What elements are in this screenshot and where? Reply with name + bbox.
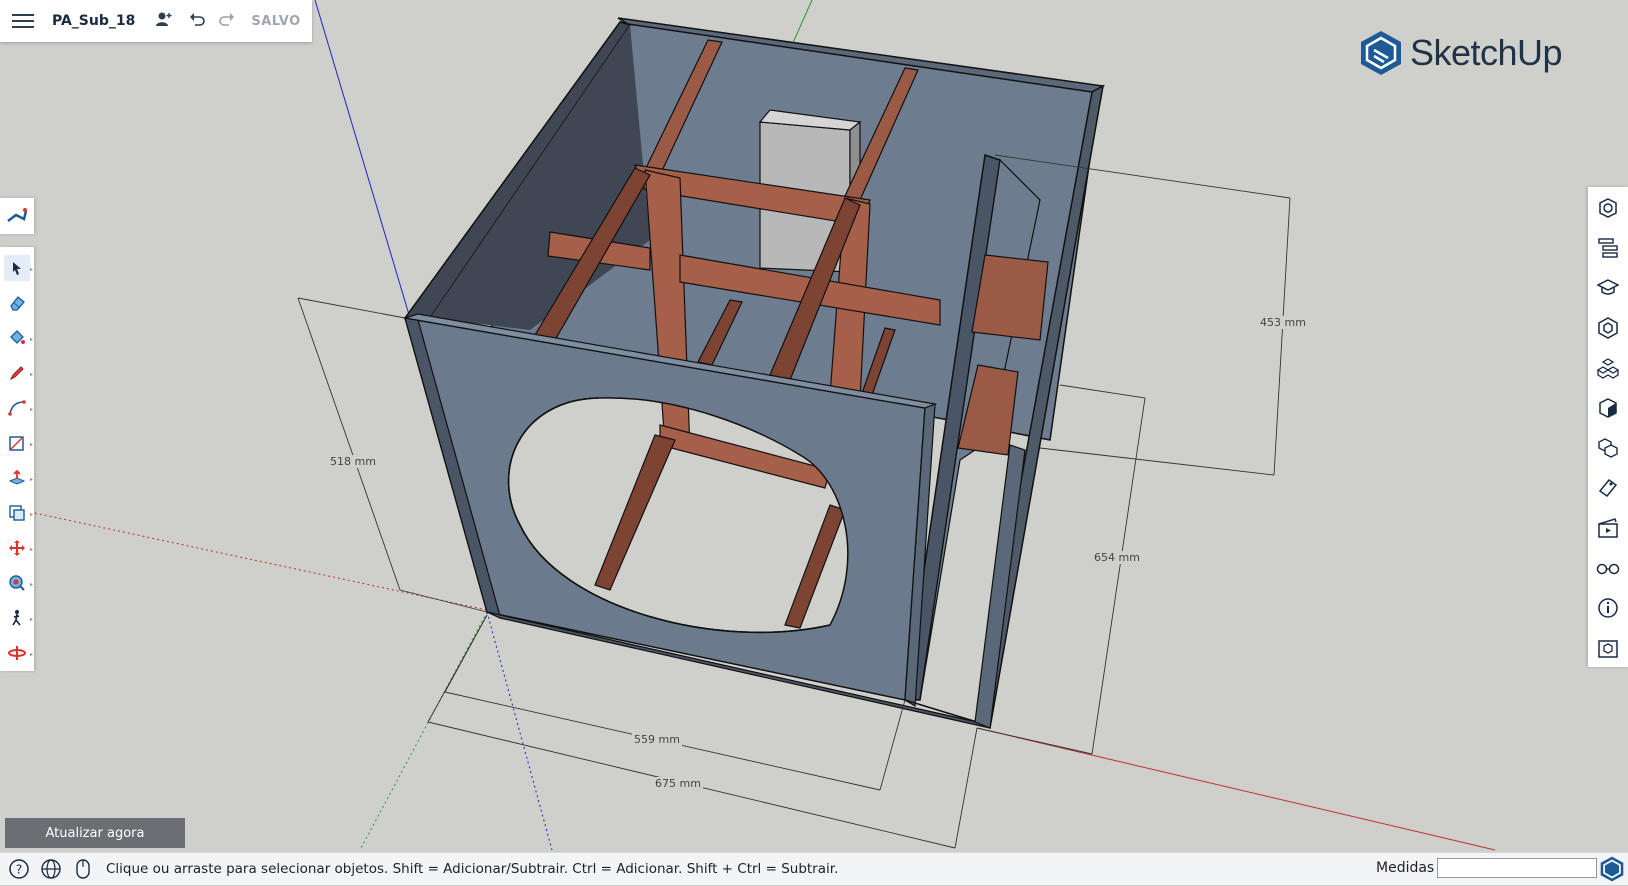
offset-tool[interactable]: ▸ (4, 500, 33, 526)
eraser-tool[interactable] (4, 290, 30, 316)
3d-scene[interactable] (0, 0, 1628, 884)
paint-bucket-icon (10, 330, 25, 344)
left-toolbar: ▸ ▸ ▸ ▸ ▸ ▸ ▸ ▸ ▸ ▸ ▸ (0, 247, 34, 671)
dimension-518: 518 mm (328, 455, 378, 468)
model-viewport[interactable]: 453 mm 518 mm 654 mm 559 mm 675 mm (0, 0, 1628, 884)
measurements-label: Medidas (1376, 860, 1435, 876)
tags-icon[interactable] (1595, 435, 1621, 461)
outliner-icon[interactable] (1595, 235, 1621, 261)
green-axis (791, 0, 813, 46)
status-message: Clique ou arraste para selecionar objeto… (106, 861, 839, 877)
model-info-icon[interactable] (1595, 595, 1621, 621)
brace-floor-2 (784, 504, 846, 629)
pencil-tool[interactable]: ▸ (4, 360, 33, 386)
green-axis-dotted (359, 611, 488, 851)
menu-icon[interactable] (12, 14, 34, 28)
measurements-input[interactable] (1437, 858, 1597, 878)
port-brace-1 (971, 254, 1049, 341)
sketchup-small-icon[interactable] (1600, 856, 1624, 886)
blue-axis-dotted (486, 611, 553, 851)
pencil-icon (9, 366, 24, 381)
walk-icon (12, 610, 21, 626)
offset-icon (9, 505, 25, 521)
rectangle-tool[interactable]: ▸ (4, 430, 33, 456)
section-plane-icon (8, 646, 26, 660)
eraser-icon (10, 296, 25, 311)
paint-bucket-tool[interactable]: ▸ (4, 325, 33, 351)
entity-info-icon[interactable] (1595, 195, 1621, 221)
blue-axis (314, 0, 411, 319)
move-tool[interactable]: ▸ (4, 535, 33, 561)
arc-icon (8, 400, 26, 416)
add-user-icon[interactable] (155, 11, 173, 31)
push-pull-tool[interactable]: ▸ (4, 465, 33, 491)
walk-tool[interactable]: ▸ (4, 605, 33, 631)
brace-floor-1 (594, 434, 676, 591)
file-name[interactable]: PA_Sub_18 (52, 13, 135, 29)
logo-text: SketchUp (1410, 32, 1563, 73)
dimension-654: 654 mm (1092, 551, 1142, 564)
mouse-icon[interactable] (70, 856, 96, 882)
undo-icon[interactable] (189, 11, 207, 31)
3d-warehouse-icon[interactable] (1595, 635, 1621, 661)
arrow-icon (13, 262, 21, 275)
push-pull-icon (8, 469, 26, 485)
left-toolbar-top (0, 198, 34, 234)
sketchup-logo: SketchUp (1360, 30, 1563, 76)
components-icon[interactable] (1595, 315, 1621, 341)
rectangle-icon (9, 436, 24, 451)
dimension-675: 675 mm (653, 777, 703, 790)
dimension-453: 453 mm (1258, 316, 1308, 329)
status-bar: ? Clique ou arraste para selecionar obje… (0, 852, 1628, 885)
right-panel (1588, 187, 1628, 667)
instructor-icon[interactable] (1595, 275, 1621, 301)
update-now-button[interactable]: Atualizar agora (5, 818, 185, 848)
svg-text:?: ? (16, 863, 22, 877)
globe-icon[interactable] (38, 856, 64, 882)
display-icon[interactable] (1595, 515, 1621, 541)
red-axis (976, 727, 1496, 851)
top-bar: PA_Sub_18 SALVO (0, 0, 312, 42)
scenes-icon[interactable] (1595, 475, 1621, 501)
search-tool-icon[interactable] (4, 203, 30, 229)
materials-icon[interactable] (1595, 355, 1621, 381)
dimension-559: 559 mm (632, 733, 682, 746)
styles-icon[interactable] (1595, 395, 1621, 421)
glasses-icon[interactable] (1595, 555, 1621, 581)
right-front-strip (974, 444, 1026, 729)
select-tool[interactable]: ▸ (4, 255, 33, 281)
move-icon (9, 540, 25, 556)
arc-tool[interactable]: ▸ (4, 395, 33, 421)
section-plane-tool[interactable]: ▸ (4, 640, 33, 666)
sketchup-logo-icon (1361, 31, 1401, 75)
help-icon[interactable]: ? (6, 856, 32, 882)
orbit-tool[interactable]: ▸ (4, 570, 33, 596)
orbit-icon (9, 575, 25, 591)
redo-icon[interactable] (217, 11, 235, 31)
save-status: SALVO (251, 13, 301, 29)
red-axis-dotted (29, 511, 488, 611)
